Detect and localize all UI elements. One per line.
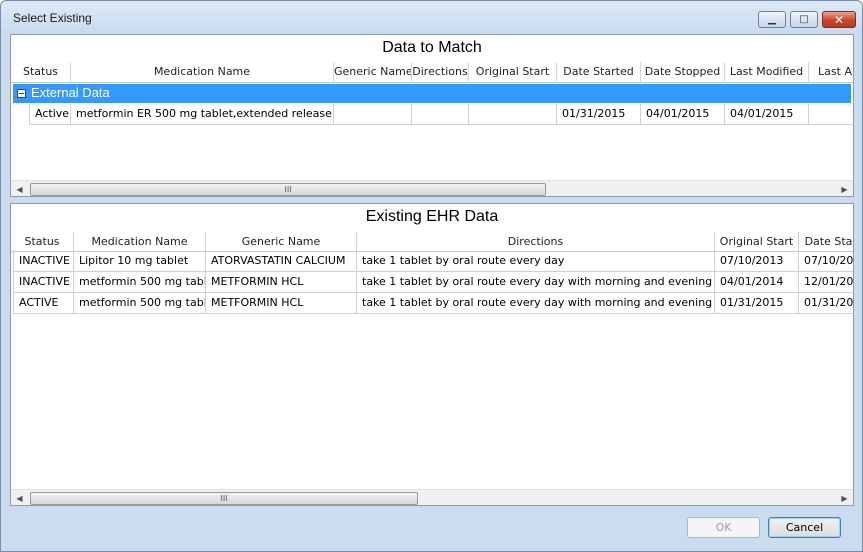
scroll-right-icon[interactable]: ▶ <box>836 490 853 505</box>
column-header[interactable]: Original Start <box>715 232 799 251</box>
ok-button[interactable]: OK <box>687 517 760 538</box>
column-header[interactable]: Status <box>11 232 74 251</box>
table-cell <box>469 104 557 125</box>
column-header[interactable]: Generic Name <box>206 232 357 251</box>
scroll-thumb[interactable]: III <box>30 492 418 505</box>
table-cell: take 1 tablet by oral route every day wi… <box>357 272 715 293</box>
column-header[interactable]: Date Sta <box>799 232 853 251</box>
select-existing-dialog: Select Existing ▁ □ ✕ Data to Match Stat… <box>0 0 863 552</box>
table-cell: 01/31/201 <box>799 293 853 314</box>
scroll-left-icon[interactable]: ◀ <box>11 490 28 505</box>
table-cell: Active <box>29 104 71 125</box>
group-label: External Data <box>31 85 110 100</box>
column-header[interactable]: Medication Name <box>71 62 334 82</box>
column-header[interactable]: Directions <box>357 232 715 251</box>
column-header[interactable]: Medication Name <box>74 232 206 251</box>
table-cell <box>809 104 853 125</box>
window-title: Select Existing <box>13 11 92 25</box>
table-cell: ACTIVE <box>13 293 74 314</box>
table-cell <box>412 104 469 125</box>
table-cell: 01/31/2015 <box>715 293 799 314</box>
title-bar: Select Existing ▁ □ ✕ <box>1 1 862 33</box>
table-cell: metformin 500 mg tablet <box>74 272 206 293</box>
grip-icon: III <box>220 494 228 503</box>
table-cell: INACTIVE <box>13 251 74 272</box>
maximize-icon: □ <box>799 13 809 25</box>
column-header[interactable]: Original Start <box>469 62 557 82</box>
panel-title: Existing EHR Data <box>365 208 499 225</box>
maximize-button[interactable]: □ <box>790 11 818 28</box>
table-cell: METFORMIN HCL <box>206 272 357 293</box>
scroll-thumb[interactable]: III <box>30 183 546 196</box>
scroll-left-icon[interactable]: ◀ <box>11 181 28 196</box>
grip-icon: III <box>284 185 292 194</box>
data-to-match-panel: Data to Match Status Medication Name Gener… <box>10 34 854 197</box>
table-cell: take 1 tablet by oral route every day <box>357 251 715 272</box>
minimize-button[interactable]: ▁ <box>758 11 786 28</box>
close-icon: ✕ <box>833 12 845 27</box>
header-divider <box>11 82 853 83</box>
column-header[interactable]: Date Stopped <box>641 62 725 82</box>
table-cell: 04/01/2015 <box>641 104 725 125</box>
close-button[interactable]: ✕ <box>822 11 856 28</box>
panel-title: Data to Match <box>382 39 482 56</box>
table-cell: METFORMIN HCL <box>206 293 357 314</box>
column-header[interactable]: Last Au <box>809 62 853 82</box>
table-cell: 01/31/2015 <box>557 104 641 125</box>
table-cell <box>334 104 412 125</box>
horizontal-scrollbar[interactable]: ◀ III ▶ <box>11 489 853 505</box>
table-cell: 04/01/2015 <box>725 104 809 125</box>
existing-ehr-data-panel: Existing EHR Data Status Medication Name G… <box>10 203 854 506</box>
column-header[interactable]: Directions <box>412 62 469 82</box>
table-cell: take 1 tablet by oral route every day wi… <box>357 293 715 314</box>
table-cell: 07/10/2013 <box>715 251 799 272</box>
group-row-external-data[interactable]: External Data <box>13 84 851 103</box>
table-cell: Lipitor 10 mg tablet <box>74 251 206 272</box>
table-cell: INACTIVE <box>13 272 74 293</box>
scroll-right-icon[interactable]: ▶ <box>836 181 853 196</box>
table-cell: metformin 500 mg tablet <box>74 293 206 314</box>
table-cell: 07/10/201 <box>799 251 853 272</box>
horizontal-scrollbar[interactable]: ◀ III ▶ <box>11 180 853 196</box>
column-header[interactable]: Generic Name <box>334 62 412 82</box>
cancel-button[interactable]: Cancel <box>768 517 841 538</box>
collapse-icon[interactable] <box>17 89 26 98</box>
column-header[interactable]: Date Started <box>557 62 641 82</box>
minimize-icon: ▁ <box>768 13 776 25</box>
table-cell: 04/01/2014 <box>715 272 799 293</box>
table-cell: ATORVASTATIN CALCIUM <box>206 251 357 272</box>
column-header[interactable]: Status <box>11 62 71 82</box>
table-cell: metformin ER 500 mg tablet,extended rele… <box>71 104 334 125</box>
table-cell: 12/01/201 <box>799 272 853 293</box>
column-header[interactable]: Last Modified <box>725 62 809 82</box>
